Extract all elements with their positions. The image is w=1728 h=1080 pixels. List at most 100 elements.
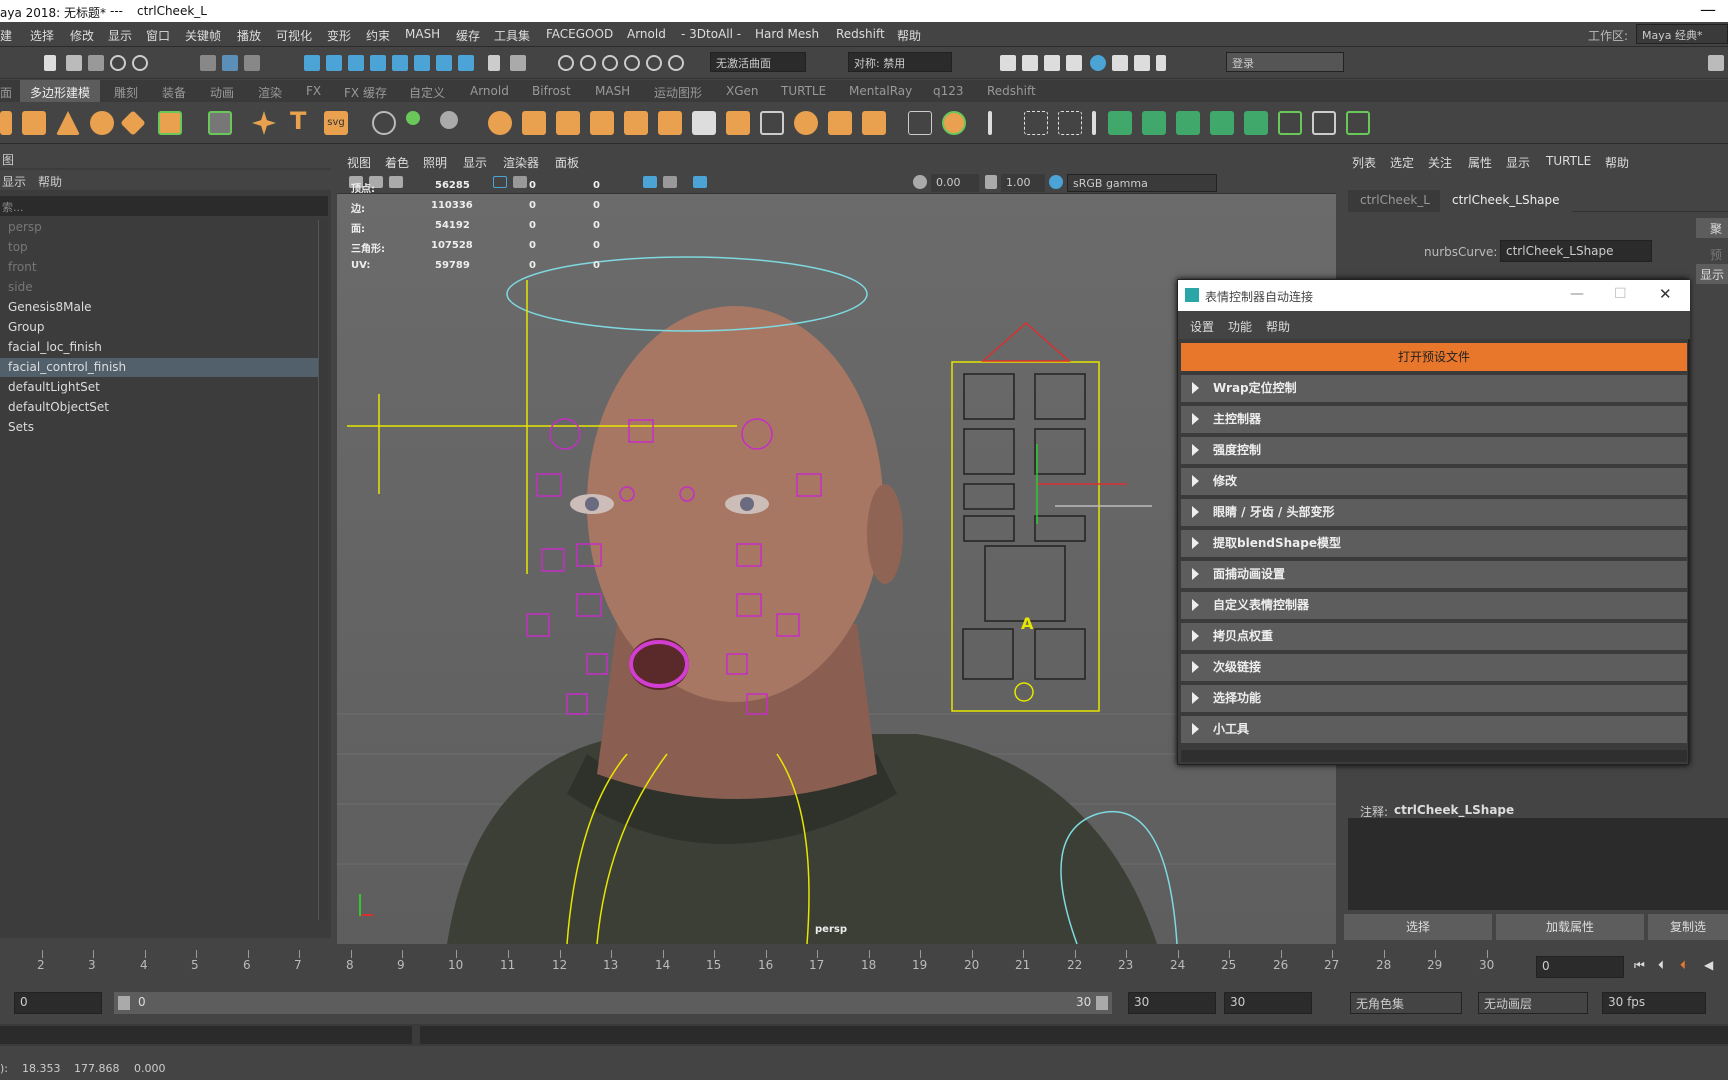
range-handle-start[interactable] xyxy=(118,996,130,1010)
menu-select[interactable]: 选择 xyxy=(30,27,54,44)
lasso-icon[interactable] xyxy=(580,55,596,71)
section-eyes-teeth-head[interactable]: 眼睛 / 牙齿 / 头部变形 xyxy=(1181,499,1687,526)
camera-icon[interactable] xyxy=(1210,111,1234,135)
quad-draw-icon[interactable] xyxy=(908,111,932,135)
menu-arnold[interactable]: Arnold xyxy=(627,27,666,41)
outliner-item-sets[interactable]: Sets xyxy=(0,418,318,437)
live-surface-field[interactable]: 无激活曲面 xyxy=(710,52,806,72)
shelf-tab-xgen[interactable]: XGen xyxy=(726,84,759,98)
ae-curve-field[interactable]: ctrlCheek_LShape xyxy=(1500,240,1652,262)
menu-display[interactable]: 显示 xyxy=(108,27,132,44)
menu-3dtoall[interactable]: - 3DtoAll - xyxy=(681,27,741,41)
workspace-select[interactable]: Maya 经典* xyxy=(1636,24,1728,44)
booleans-icon[interactable] xyxy=(590,111,614,135)
separate-icon[interactable] xyxy=(522,111,546,135)
outliner-item-genesis8male[interactable]: Genesis8Male xyxy=(0,298,318,317)
range-handle-end[interactable] xyxy=(1096,996,1108,1010)
assign-shader-icon[interactable] xyxy=(1142,111,1166,135)
uv-editor-icon[interactable] xyxy=(1024,111,1048,135)
magnet-point-icon[interactable] xyxy=(624,55,640,71)
outliner-item-default-object-set[interactable]: defaultObjectSet xyxy=(0,398,318,417)
shelf-tab-redshift[interactable]: Redshift xyxy=(987,84,1036,98)
shelf-tab-rendering[interactable]: 渲染 xyxy=(258,84,282,101)
shelf-tab-rigging[interactable]: 装备 xyxy=(162,84,186,101)
uv-project-icon[interactable] xyxy=(1058,111,1082,135)
ae-menu-turtle[interactable]: TURTLE xyxy=(1546,154,1591,168)
render-view-icon[interactable] xyxy=(1000,55,1016,71)
ae-menu-show[interactable]: 显示 xyxy=(1506,154,1530,171)
outliner-menu-display[interactable]: 显示 xyxy=(2,173,26,190)
outliner-item-group[interactable]: Group xyxy=(0,318,318,337)
dialog-menu-functions[interactable]: 功能 xyxy=(1228,318,1252,335)
outliner-item-persp[interactable]: persp xyxy=(0,218,318,237)
shelf-tab-mentalray[interactable]: MentalRay xyxy=(849,84,912,98)
poly-plane-icon[interactable] xyxy=(120,110,146,136)
shelf-tab-custom[interactable]: 自定义 xyxy=(409,84,445,101)
menu-deform[interactable]: 变形 xyxy=(327,27,351,44)
menu-constrain[interactable]: 约束 xyxy=(366,27,390,44)
select-hierarchy-icon[interactable] xyxy=(200,55,216,71)
menu-help[interactable]: 帮助 xyxy=(897,27,921,44)
magnet-surface-icon[interactable] xyxy=(668,55,684,71)
shelf-tab-mash[interactable]: MASH xyxy=(595,84,630,98)
snap-projected-icon[interactable] xyxy=(370,55,386,71)
origin-icon[interactable] xyxy=(440,111,458,129)
ae-focus-button[interactable]: 聚 xyxy=(1696,218,1728,238)
paint-icon[interactable] xyxy=(1092,111,1096,135)
insert-edge-loop-icon[interactable] xyxy=(760,111,784,135)
shelf-tab-animation[interactable]: 动画 xyxy=(210,84,234,101)
hypershade-icon[interactable] xyxy=(1090,55,1106,71)
dialog-maximize-icon[interactable]: ☐ xyxy=(1614,286,1627,302)
outliner-item-front[interactable]: front xyxy=(0,258,318,277)
light-editor-icon[interactable] xyxy=(1134,55,1150,71)
outliner-item-facial-control-finish[interactable]: facial_control_finish xyxy=(0,358,318,377)
poly-sphere-icon[interactable] xyxy=(0,111,12,135)
menu-modify[interactable]: 修改 xyxy=(70,27,94,44)
new-scene-icon[interactable] xyxy=(44,55,56,71)
ae-menu-focus[interactable]: 关注 xyxy=(1428,154,1452,171)
shelf-tab-sculpt[interactable]: 雕刻 xyxy=(114,84,138,101)
extract-icon[interactable] xyxy=(556,111,580,135)
anim-end-field[interactable]: 30 xyxy=(1224,992,1312,1014)
create-shader-icon[interactable] xyxy=(1108,111,1132,135)
outliner-item-default-light-set[interactable]: defaultLightSet xyxy=(0,378,318,397)
menu-visualize[interactable]: 可视化 xyxy=(276,27,312,44)
snap-extra-icon[interactable] xyxy=(436,55,452,71)
help-snap-icon[interactable] xyxy=(458,55,474,71)
light-icon[interactable] xyxy=(1176,111,1200,135)
bevel-icon[interactable] xyxy=(726,111,750,135)
pick-icon[interactable] xyxy=(510,55,526,71)
snap-together-icon[interactable] xyxy=(406,111,420,125)
outliner-menu-help[interactable]: 帮助 xyxy=(38,173,62,190)
anim-start-field[interactable]: 0 xyxy=(14,992,102,1014)
menu-playback[interactable]: 播放 xyxy=(237,27,261,44)
snap-view-plane-icon[interactable] xyxy=(392,55,408,71)
login-button[interactable]: 登录 xyxy=(1226,52,1344,72)
pen-icon[interactable] xyxy=(988,111,992,135)
rig-icon[interactable] xyxy=(1312,111,1336,135)
ae-load-attributes-button[interactable]: 加载属性 xyxy=(1496,914,1644,940)
shelf-tab-face[interactable]: 面 xyxy=(0,84,12,101)
section-selection-functions[interactable]: 选择功能 xyxy=(1181,685,1687,712)
menu-create[interactable]: 建 xyxy=(0,27,12,44)
xray-icon[interactable] xyxy=(693,176,707,188)
section-secondary-link[interactable]: 次级链接 xyxy=(1181,654,1687,681)
combine-icon[interactable] xyxy=(488,111,512,135)
dialog-menu-settings[interactable]: 设置 xyxy=(1190,318,1214,335)
render-icon[interactable] xyxy=(1022,55,1038,71)
anim-layer-select[interactable]: 无动画层 xyxy=(1478,992,1588,1014)
shelf-tab-fx-cache[interactable]: FX 缓存 xyxy=(344,84,387,101)
poly-torus-icon[interactable] xyxy=(90,111,114,135)
ae-menu-help[interactable]: 帮助 xyxy=(1605,154,1629,171)
exposure-field[interactable]: 0.00 xyxy=(931,174,979,192)
bridge-icon[interactable] xyxy=(692,111,716,135)
ae-show-button[interactable]: 显示 xyxy=(1696,264,1728,284)
platonic-solid-icon[interactable] xyxy=(208,111,232,135)
pivot-icon[interactable] xyxy=(372,111,396,135)
step-back-frame-icon[interactable]: ⏴ xyxy=(1680,958,1686,973)
menu-toolsets[interactable]: 工具集 xyxy=(494,27,530,44)
ae-menu-selected[interactable]: 选定 xyxy=(1390,154,1414,171)
section-extract-blendshape[interactable]: 提取blendShape模型 xyxy=(1181,530,1687,557)
grid-icon[interactable] xyxy=(1278,111,1302,135)
ae-select-button[interactable]: 选择 xyxy=(1344,914,1492,940)
